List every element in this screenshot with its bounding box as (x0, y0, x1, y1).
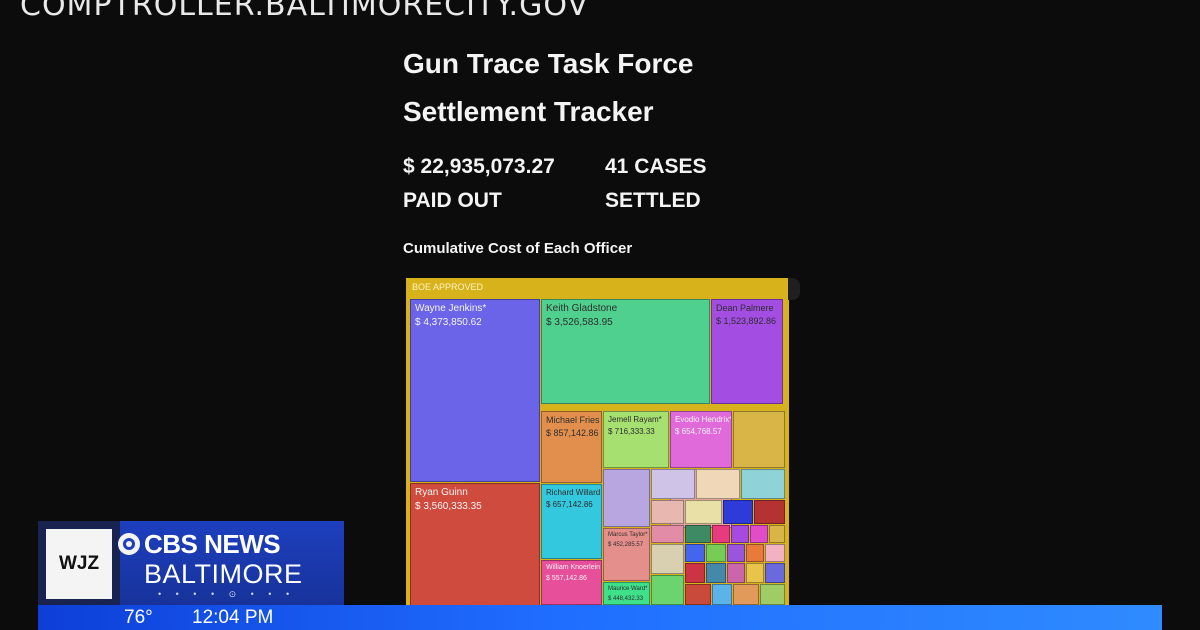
station-logo-box: WJZ (38, 521, 120, 607)
treemap-cell-name: Wayne Jenkins* (415, 303, 487, 314)
station-logo: WJZ (46, 529, 112, 599)
treemap-small-cell[interactable] (769, 525, 785, 543)
officer-cost-treemap: BOE APPROVED Wayne Jenkins* $ 4,373,850.6… (406, 278, 789, 605)
treemap-cell-name: Maurice Ward* (608, 586, 648, 592)
treemap-cell-value: $ 657,142.86 (546, 500, 593, 509)
treemap-cell-name: Michael Fries (546, 415, 600, 425)
station-bug: WJZ CBS NEWS BALTIMORE • • • • ⊙ • • • (38, 521, 344, 607)
treemap-small-cell[interactable] (712, 525, 730, 543)
treemap-small-cell[interactable] (696, 469, 740, 499)
treemap-small-cell[interactable] (733, 411, 785, 468)
treemap-cell-value: $ 448,432.33 (608, 596, 644, 602)
treemap-small-cell[interactable] (651, 500, 684, 524)
news-ticker: 76° 12:04 PM (38, 605, 1162, 630)
treemap-cell-name: William Knoerlein (546, 564, 601, 571)
treemap-cell-name: Ryan Guinn (415, 487, 468, 498)
treemap-cell-value: $ 4,373,850.62 (415, 317, 482, 328)
treemap-small-cell[interactable] (651, 469, 695, 499)
treemap-cell[interactable]: Michael Fries $ 857,142.86 (541, 411, 602, 483)
cases-amount: 41 CASES (605, 155, 707, 178)
treemap-small-cell[interactable] (685, 563, 705, 583)
treemap-small-cell[interactable] (746, 544, 764, 562)
treemap-cell-value: $ 3,560,333.35 (415, 501, 482, 512)
treemap-cell-name: Evodio Hendrix* (675, 415, 732, 424)
brand-dots: • • • • ⊙ • • • (158, 589, 296, 599)
treemap-small-cell[interactable] (723, 500, 753, 524)
treemap-cell[interactable]: Evodio Hendrix* $ 654,768.57 (670, 411, 732, 468)
treemap-small-cell[interactable] (754, 500, 785, 524)
treemap-cell[interactable]: Ryan Guinn $ 3,560,333.35 (410, 483, 540, 605)
treemap-small-cell[interactable] (760, 584, 785, 605)
treemap-small-cell[interactable] (750, 525, 768, 543)
paid-label: PAID OUT (403, 189, 502, 212)
clock-time: 12:04 PM (192, 607, 274, 628)
treemap-small-cell[interactable] (731, 525, 749, 543)
treemap-cell-value: $ 3,526,583.95 (546, 317, 613, 328)
treemap-cell[interactable]: Richard Willard $ 657,142.86 (541, 484, 602, 559)
page-title-line-1: Gun Trace Task Force (403, 48, 694, 79)
source-url: COMPTROLLER.BALTIMORECITY.GOV (20, 0, 589, 23)
treemap-cell[interactable]: Dean Palmere $ 1,523,892.86 (711, 299, 783, 404)
chart-heading: Cumulative Cost of Each Officer (403, 240, 633, 257)
treemap-small-cell[interactable] (651, 525, 684, 543)
treemap-cell-value: $ 857,142.86 (546, 428, 599, 438)
treemap-small-cell[interactable] (712, 584, 732, 605)
treemap-cell-value: $ 557,142.86 (546, 575, 587, 582)
treemap-cell-value: $ 716,333.33 (608, 427, 655, 436)
treemap-cell[interactable]: Wayne Jenkins* $ 4,373,850.62 (410, 299, 540, 482)
network-name: CBS NEWS (144, 529, 281, 559)
treemap-small-cell[interactable] (651, 544, 684, 574)
cases-label: SETTLED (605, 189, 701, 212)
treemap-small-cell[interactable] (765, 544, 785, 562)
treemap-small-cell[interactable] (706, 544, 726, 562)
temperature: 76° (124, 607, 153, 628)
treemap-cell[interactable]: Jemell Rayam* $ 716,333.33 (603, 411, 669, 468)
treemap-cell[interactable]: William Knoerlein $ 557,142.86 (541, 560, 602, 605)
treemap-small-cell[interactable] (727, 563, 745, 583)
paid-amount: $ 22,935,073.27 (403, 155, 555, 178)
treemap-cell-value: $ 452,285.57 (608, 542, 644, 548)
treemap-small-cell[interactable] (685, 544, 705, 562)
treemap-small-cell[interactable] (746, 563, 764, 583)
treemap-cell[interactable]: Marcus Taylor* $ 452,285.57 (603, 528, 650, 581)
treemap-small-cell[interactable] (651, 575, 684, 605)
treemap-cell[interactable]: Maurice Ward* $ 448,432.33 (603, 582, 650, 605)
treemap-cell-value: $ 654,768.57 (675, 427, 722, 436)
treemap-cell-name: Marcus Taylor* (608, 532, 648, 538)
treemap-small-cell[interactable] (685, 584, 711, 605)
treemap-cell-name: Keith Gladstone (546, 303, 618, 314)
treemap-small-cell[interactable] (603, 469, 650, 527)
cbs-eye-icon (118, 533, 140, 555)
treemap-side-handle (788, 278, 800, 300)
treemap-small-cell[interactable] (685, 525, 711, 543)
treemap-cell[interactable]: Keith Gladstone $ 3,526,583.95 (541, 299, 710, 404)
treemap-cell-name: Richard Willard (546, 488, 601, 497)
treemap-small-cell[interactable] (741, 469, 785, 499)
treemap-small-cell[interactable] (765, 563, 785, 583)
page-title-line-2: Settlement Tracker (403, 96, 654, 127)
treemap-cell-name: Jemell Rayam* (608, 415, 662, 424)
treemap-small-cell[interactable] (685, 500, 722, 524)
treemap-small-cell[interactable] (733, 584, 759, 605)
treemap-cell-value: $ 1,523,892.86 (716, 316, 777, 326)
treemap-small-cell[interactable] (727, 544, 745, 562)
treemap-cell-name: Dean Palmere (716, 303, 774, 313)
city-name: BALTIMORE (144, 559, 303, 589)
treemap-group-label: BOE APPROVED (412, 282, 484, 292)
treemap-small-cell[interactable] (706, 563, 726, 583)
